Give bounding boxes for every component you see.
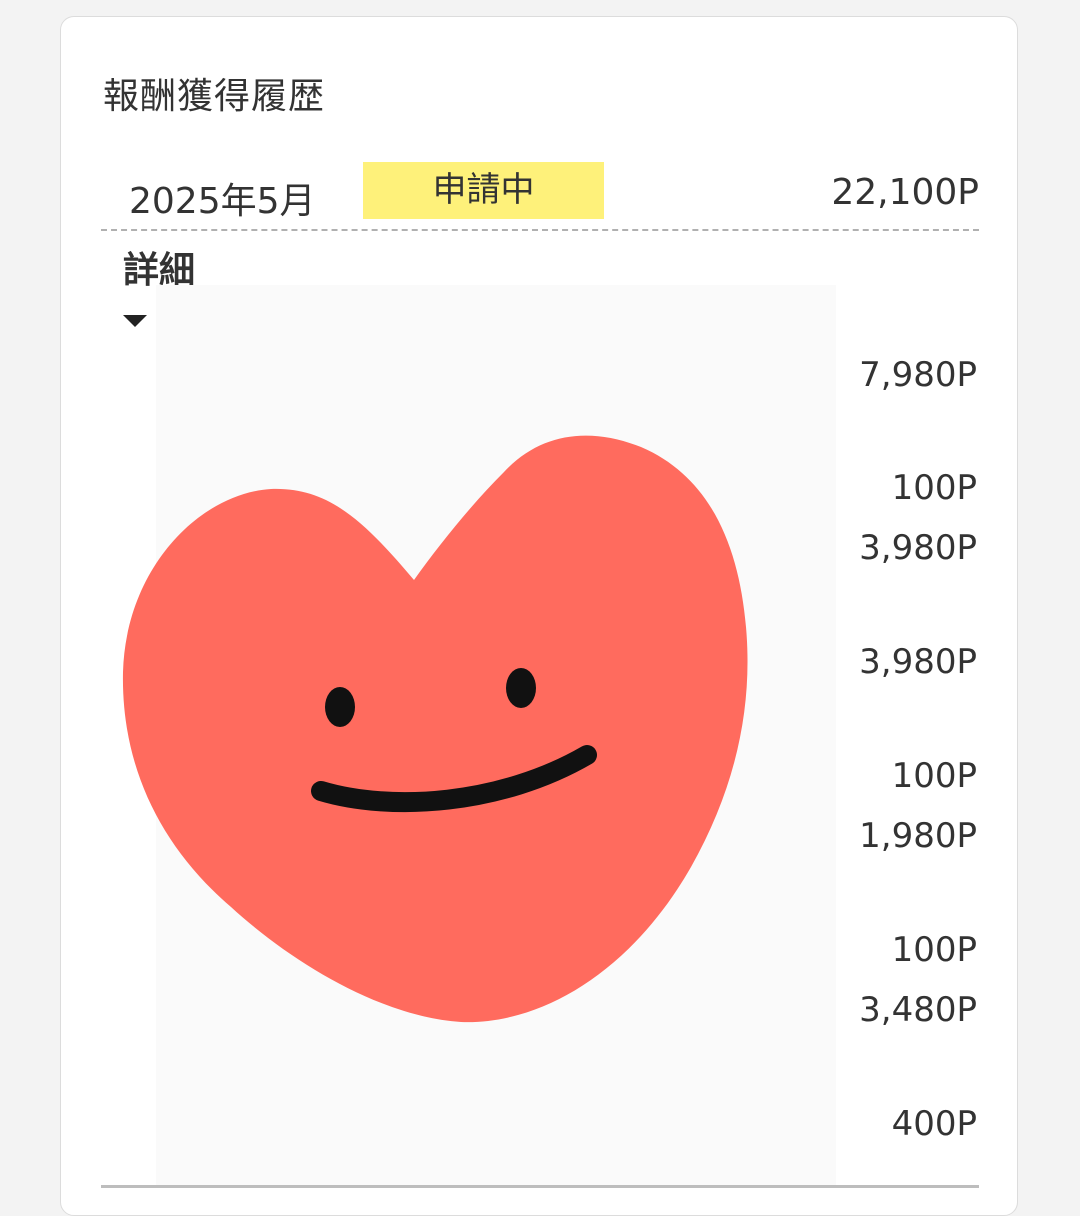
summary-row[interactable]: 2025年5月 申請中 22,100P [101, 162, 979, 232]
detail-amount-1: 7,980P [859, 355, 977, 395]
heart-illustration [122, 435, 748, 1023]
left-eye [325, 687, 355, 727]
section-title: 報酬獲得履歴 [103, 76, 326, 117]
detail-amount-2: 100P [891, 468, 977, 508]
detail-amount-6: 1,980P [859, 816, 977, 856]
detail-amount-7: 100P [891, 930, 977, 970]
status-badge: 申請中 [363, 162, 604, 219]
detail-amount-4: 3,980P [859, 642, 977, 682]
bottom-divider [101, 1185, 979, 1188]
summary-total: 22,100P [831, 172, 979, 213]
summary-month: 2025年5月 [129, 181, 316, 222]
dashed-divider [101, 229, 979, 231]
detail-amount-5: 100P [891, 756, 977, 796]
caret-down-icon[interactable] [123, 315, 147, 327]
heart-shape [122, 435, 748, 1023]
detail-amount-3: 3,980P [859, 528, 977, 568]
right-eye [506, 668, 536, 708]
reward-history-card: 報酬獲得履歴 2025年5月 申請中 22,100P 詳細 7,980P 100… [60, 16, 1018, 1216]
detail-amount-8: 3,480P [859, 990, 977, 1030]
detail-amount-9: 400P [891, 1104, 977, 1144]
